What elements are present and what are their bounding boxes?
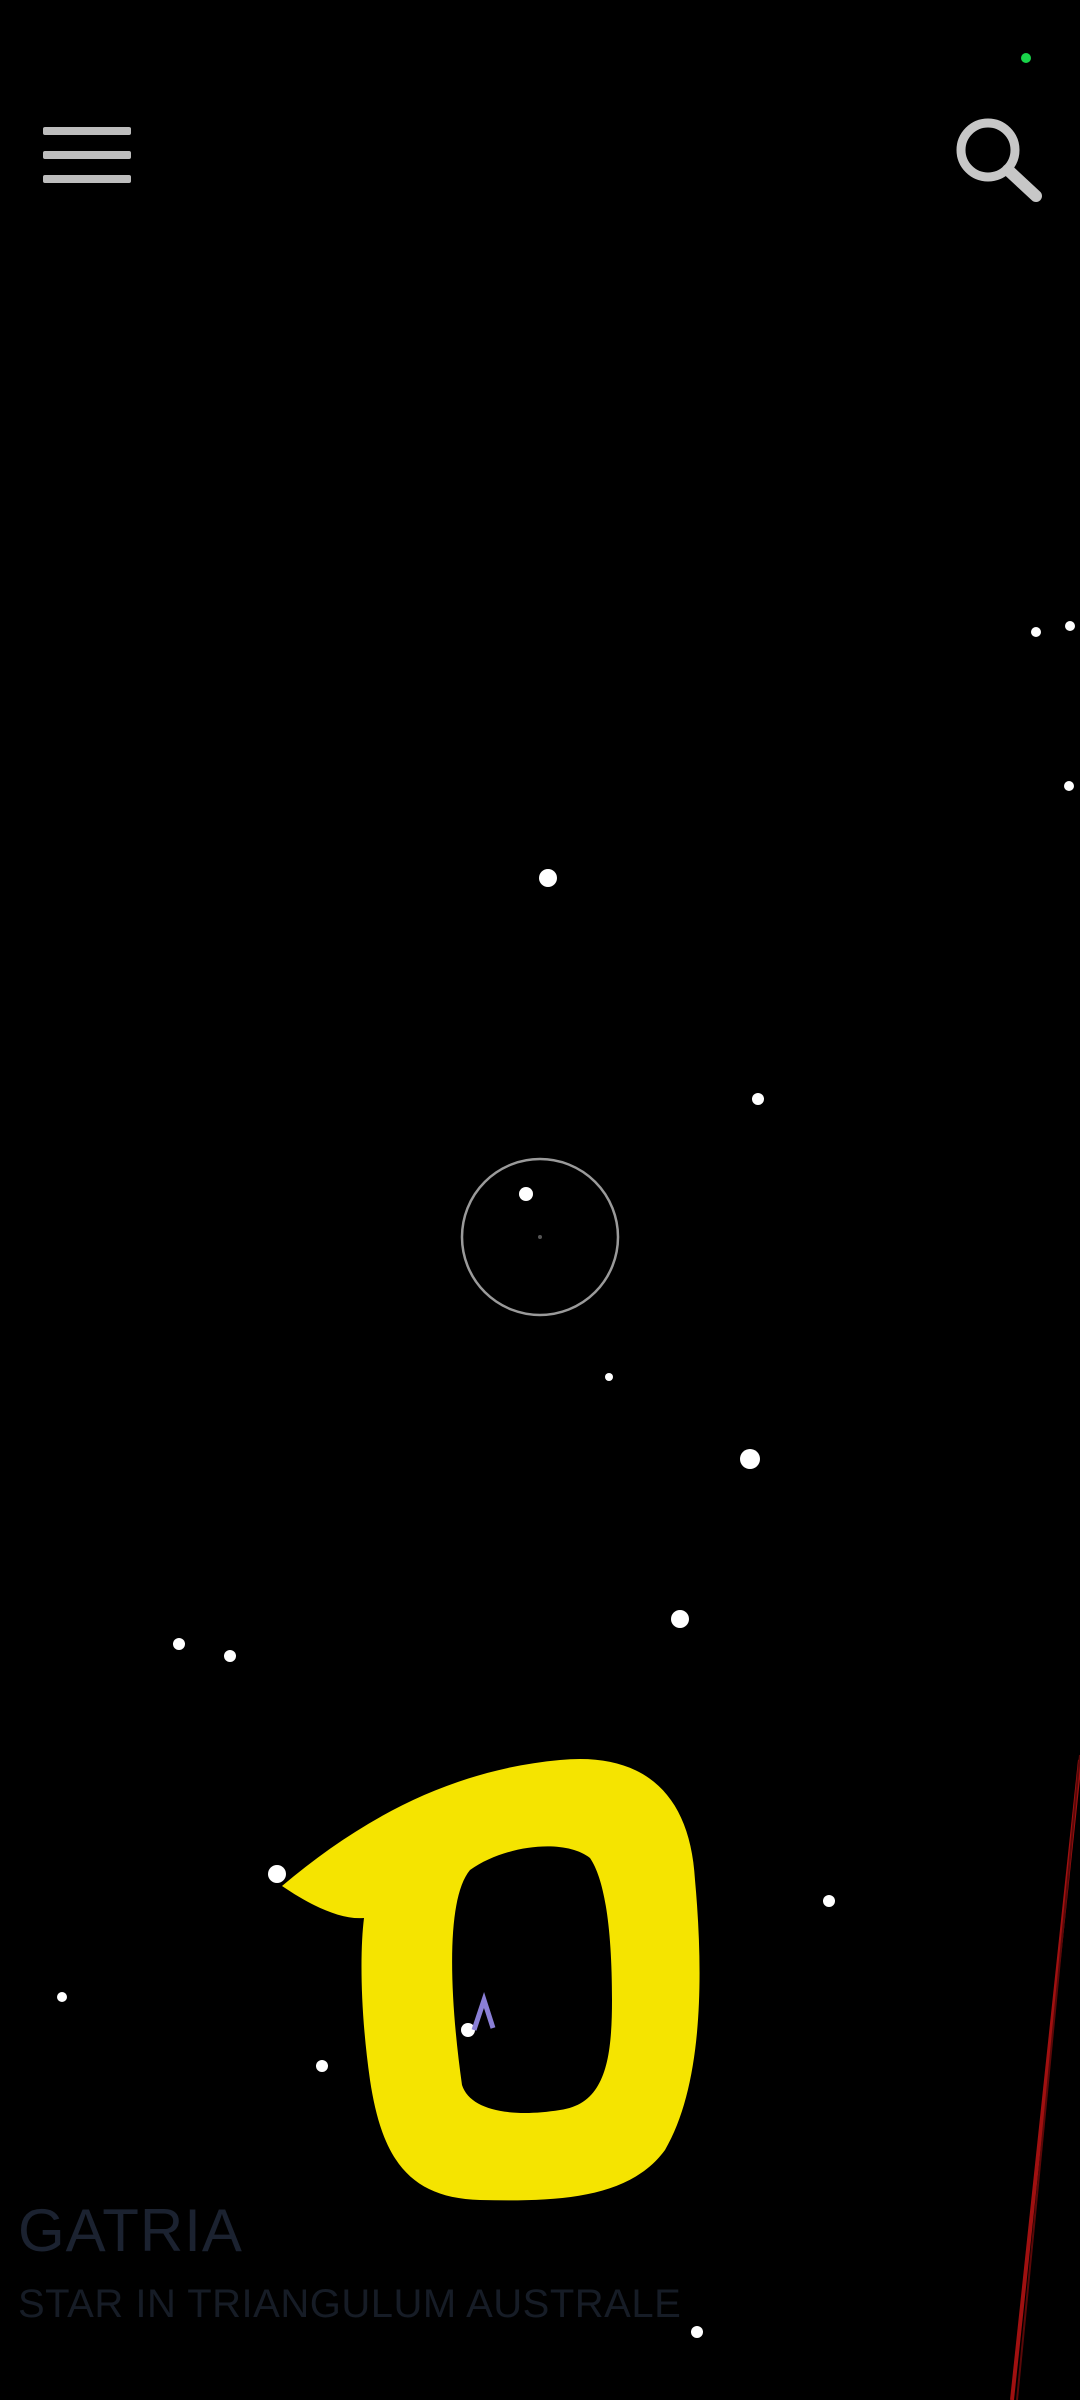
- horizon-line-glow: [1016, 1754, 1080, 2400]
- status-indicator: [1021, 53, 1031, 63]
- sky-canvas[interactable]: [0, 0, 1080, 2400]
- star[interactable]: [519, 1187, 533, 1201]
- star[interactable]: [671, 1610, 689, 1628]
- star[interactable]: [539, 869, 557, 887]
- sky-map-screen[interactable]: GATRIA STAR IN TRIANGULUM AUSTRALE: [0, 0, 1080, 2400]
- star[interactable]: [316, 2060, 328, 2072]
- selected-object-description: STAR IN TRIANGULUM AUSTRALE: [18, 2282, 682, 2326]
- star[interactable]: [1031, 627, 1041, 637]
- star[interactable]: [752, 1093, 764, 1105]
- reticle-center-dot: [538, 1235, 542, 1239]
- star[interactable]: [691, 2326, 703, 2338]
- star[interactable]: [823, 1895, 835, 1907]
- search-button[interactable]: [940, 108, 1050, 208]
- star[interactable]: [1064, 781, 1074, 791]
- star[interactable]: [1065, 621, 1075, 631]
- star[interactable]: [268, 1865, 286, 1883]
- planet-marker-icon[interactable]: [471, 1991, 496, 2031]
- selected-object-name: GATRIA: [18, 2197, 243, 2264]
- search-icon: [956, 118, 1042, 202]
- star[interactable]: [57, 1992, 67, 2002]
- star[interactable]: [173, 1638, 185, 1650]
- star[interactable]: [461, 2023, 475, 2037]
- menu-button[interactable]: [30, 110, 150, 200]
- star[interactable]: [740, 1449, 760, 1469]
- handwritten-zero-mark: [282, 1758, 700, 2201]
- star[interactable]: [605, 1373, 613, 1381]
- star[interactable]: [224, 1650, 236, 1662]
